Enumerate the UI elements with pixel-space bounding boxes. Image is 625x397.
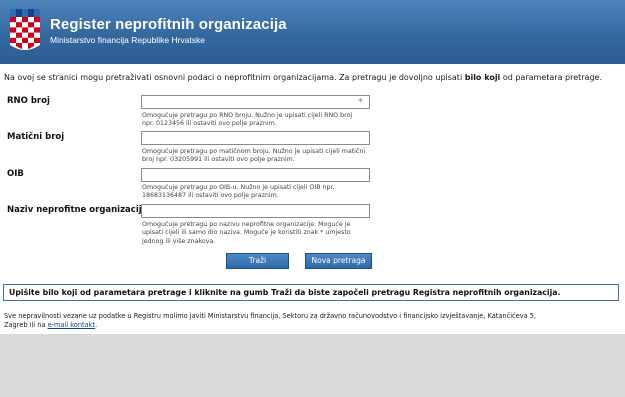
rno-label: RNO broj	[7, 96, 50, 106]
hint-line: broj npr. 03205991 ili ostaviti ovo polj…	[142, 156, 295, 164]
maticni-label: Matični broj	[7, 132, 65, 142]
hint-line: Omogućuje pretragu po matičnom broju. Nu…	[142, 148, 366, 155]
hint-line: Omogućuje pretragu po OIB-u. Nužno je up…	[142, 184, 335, 191]
rno-hint: Omogućuje pretragu po RNO broju. Nužno j…	[142, 112, 377, 129]
info-message-text: Upišite bilo koji od parametara pretrage…	[9, 288, 561, 297]
rno-input[interactable]	[141, 95, 370, 109]
oib-input[interactable]	[141, 168, 370, 182]
app-subtitle: Ministarstvo financija Republike Hrvatsk…	[50, 35, 205, 45]
intro-text-part: od parametara pretrage.	[500, 73, 602, 82]
intro-text-part: Na ovoj se stranici mogu pretraživati os…	[4, 73, 465, 82]
maticni-hint: Omogućuje pretragu po matičnom broju. Nu…	[142, 148, 377, 165]
required-asterisk-icon: *	[358, 97, 363, 108]
hint-line: jednog ili više znakova.	[142, 237, 216, 245]
new-search-button[interactable]: Nova pretraga	[305, 253, 372, 269]
naziv-hint: Omogućuje pretragu po nazivu neprofitne …	[142, 221, 377, 246]
hint-line: npr. 0123456 ili ostaviti ovo polje praz…	[142, 120, 277, 128]
footer-line: Zagreb ili na e-mail kontakt.	[4, 321, 616, 330]
croatian-coat-of-arms-icon	[10, 9, 40, 50]
hint-line: upisati cijeli ili samo dio naziva. Mogu…	[142, 229, 351, 237]
intro-text-bold: bilo koji	[464, 73, 501, 82]
hint-line: 18683136487 ili ostaviti ovo polje prazn…	[142, 192, 279, 200]
footer-line: Sve nepravilnosti vezane uz podatke u Re…	[4, 312, 537, 320]
search-button[interactable]: Traži	[226, 253, 289, 269]
footer-text: Zagreb ili na	[4, 321, 48, 329]
naziv-label: Naziv neprofitne organizacije	[7, 205, 148, 215]
maticni-input[interactable]	[141, 131, 370, 145]
footer-text: .	[95, 321, 98, 329]
page-header: Register neprofitnih organizacija Minist…	[0, 0, 625, 64]
oib-label: OIB	[7, 169, 24, 179]
email-contact-link[interactable]: e-mail kontakt	[48, 321, 96, 329]
oib-hint: Omogućuje pretragu po OIB-u. Nužno je up…	[142, 184, 377, 201]
hint-line: Omogućuje pretragu po RNO broju. Nužno j…	[142, 112, 353, 119]
info-message-box: Upišite bilo koji od parametara pretrage…	[3, 284, 619, 301]
app-title: Register neprofitnih organizacija	[50, 16, 287, 33]
footer-notice: Sve nepravilnosti vezane uz podatke u Re…	[4, 312, 616, 330]
intro-text: Na ovoj se stranici mogu pretraživati os…	[4, 73, 602, 82]
naziv-input[interactable]	[141, 204, 370, 218]
